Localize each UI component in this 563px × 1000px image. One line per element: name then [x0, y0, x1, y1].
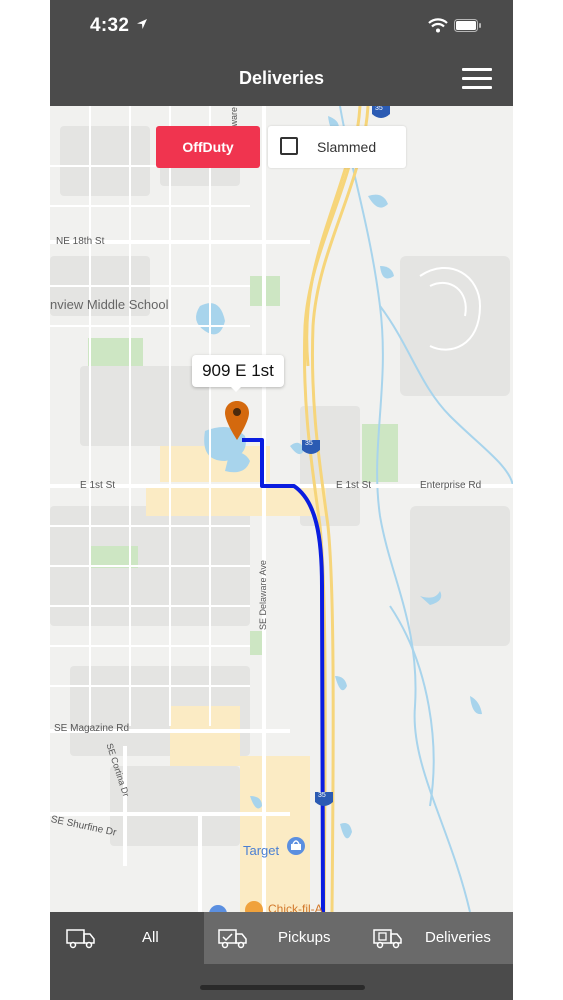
tab-pickups-label: Pickups: [278, 929, 331, 946]
tab-deliveries-label: Deliveries: [425, 929, 491, 946]
map-view[interactable]: NE 18th St nview Middle School NE Delawa…: [50, 106, 513, 912]
interstate-shield-label: 35: [305, 440, 313, 447]
map-label-enterprise: Enterprise Rd: [420, 480, 482, 491]
truck-icon: [66, 929, 95, 949]
map-pin-icon[interactable]: [224, 400, 250, 442]
map-label-chick: Chick-fil-A: [268, 902, 323, 912]
map-label-e-1st-right: E 1st St: [336, 480, 372, 491]
location-arrow-icon: [137, 19, 147, 29]
phone-screen: 4:32 Deliveries NE 18th St nview Middle …: [50, 0, 513, 1000]
tab-pickups[interactable]: Pickups: [204, 912, 359, 964]
tab-all-label: All: [142, 929, 159, 946]
map-label-se-magazine: SE Magazine Rd: [54, 723, 130, 734]
map-label-se-delaware: SE Delaware Ave: [258, 560, 268, 630]
map-label-e-1st-left: E 1st St: [80, 480, 116, 491]
callout-tail: [230, 386, 242, 392]
slammed-toggle[interactable]: Slammed: [268, 126, 406, 168]
tab-deliveries[interactable]: Deliveries: [359, 912, 513, 964]
home-indicator[interactable]: [200, 985, 365, 990]
status-time: 4:32: [90, 15, 130, 36]
page-title: Deliveries: [238, 68, 325, 88]
tab-all[interactable]: All: [50, 912, 204, 964]
status-bar: 4:32: [50, 0, 513, 54]
map-label-ne-18th: NE 18th St: [56, 236, 105, 247]
offduty-button[interactable]: OffDuty: [156, 126, 260, 168]
interstate-shield-label: 35: [375, 106, 383, 112]
interstate-shield-label: 35: [318, 792, 326, 799]
map-label-target: Target: [243, 843, 280, 858]
truck-box-icon: [373, 929, 402, 949]
navigation-bar: Deliveries: [50, 54, 513, 106]
location-callout[interactable]: 909 E 1st: [192, 355, 284, 387]
battery-icon: [454, 19, 481, 32]
slammed-label: Slammed: [317, 139, 377, 155]
map-label-school: nview Middle School: [50, 297, 169, 312]
wifi-icon: [428, 18, 448, 33]
hamburger-menu-icon[interactable]: [462, 66, 492, 92]
truck-check-icon: [218, 929, 247, 949]
slammed-checkbox[interactable]: [280, 137, 298, 155]
tab-bar: All Pickups Deliveries: [50, 912, 513, 964]
